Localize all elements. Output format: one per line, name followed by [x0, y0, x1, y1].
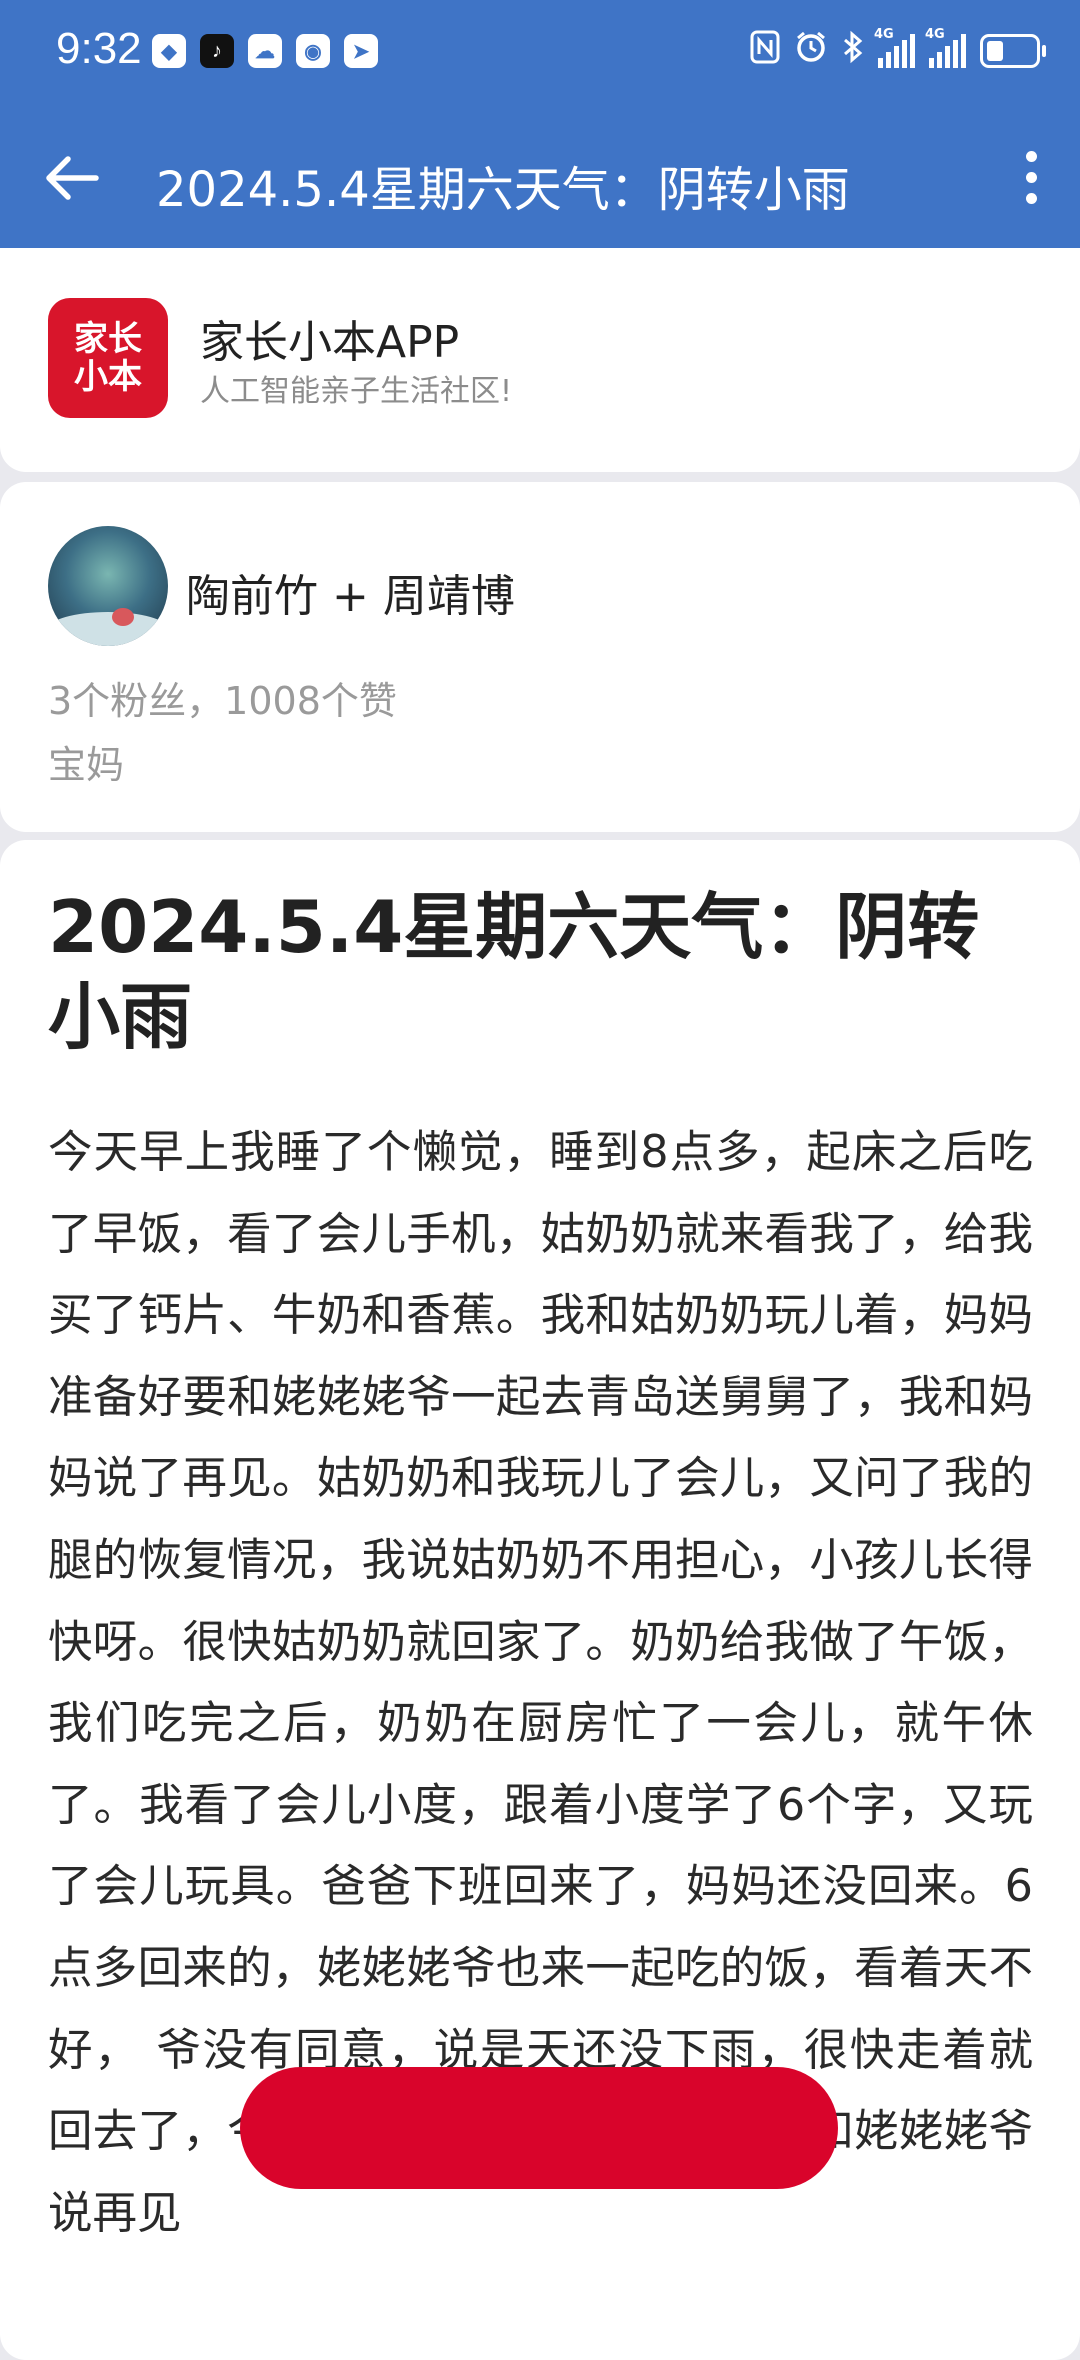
app-logo: 家长 小本 — [48, 298, 168, 418]
alarm-icon — [794, 30, 828, 72]
more-options-icon[interactable] — [1016, 144, 1046, 210]
status-indicators: 4G 4G — [750, 28, 1046, 72]
app-name: 家长小本APP — [200, 317, 460, 368]
bluetooth-icon — [842, 30, 864, 72]
redaction-overlay — [240, 2067, 838, 2189]
tiktok-app-icon: ♪ — [200, 34, 234, 68]
app-bar: 2024.5.4星期六天气：阴转小雨 — [0, 106, 1080, 248]
arrow-app-icon: ➤ — [344, 34, 378, 68]
status-app-icons: ◆ ♪ ☁ ◉ ➤ — [152, 34, 378, 68]
cloud-app-icon: ☁ — [248, 34, 282, 68]
signal-icon-2: 4G — [925, 28, 966, 68]
author-card[interactable]: 陶前竹 + 周靖博 3个粉丝，1008个赞 宝妈 — [0, 482, 1080, 832]
status-time: 9:32 — [56, 24, 142, 73]
circle-app-icon: ◉ — [296, 34, 330, 68]
article-title: 2024.5.4星期六天气：阴转小雨 — [48, 885, 980, 1059]
nfc-icon — [750, 30, 780, 72]
shield-app-icon: ◆ — [152, 34, 186, 68]
signal-icon: 4G — [874, 28, 915, 68]
back-arrow-icon[interactable] — [40, 146, 104, 210]
avatar[interactable] — [48, 526, 168, 646]
author-name[interactable]: 陶前竹 + 周靖博 — [186, 560, 515, 624]
status-bar: 9:32 ◆ ♪ ☁ ◉ ➤ 4G 4G — [0, 0, 1080, 106]
author-stats: 3个粉丝，1008个赞 — [48, 679, 397, 723]
battery-icon — [980, 34, 1046, 68]
app-info-card[interactable]: 家长 小本 家长小本APP 人工智能亲子生活社区! — [0, 248, 1080, 472]
app-slogan: 人工智能亲子生活社区! — [200, 374, 513, 409]
page-title: 2024.5.4星期六天气：阴转小雨 — [156, 162, 850, 218]
author-role: 宝妈 — [48, 743, 125, 787]
